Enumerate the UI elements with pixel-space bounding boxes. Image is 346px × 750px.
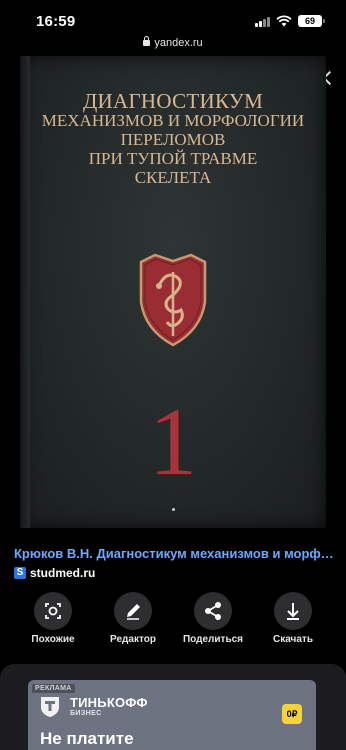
volume-number: 1 (149, 388, 197, 495)
source-link[interactable]: S studmed.ru (14, 566, 95, 580)
similar-button[interactable]: Похожие (13, 592, 93, 645)
result-info: Крюков В.Н. Диагностикум механизмов и мо… (0, 540, 346, 660)
book-title-line: МЕХАНИЗМОВ И МОРФОЛОГИИ (41, 111, 305, 130)
ad-headline: Не платите (40, 729, 134, 748)
share-icon (194, 592, 232, 630)
book-title-line: СКЕЛЕТА (134, 168, 212, 187)
url-text: yandex.ru (154, 37, 203, 49)
editor-label: Редактор (110, 634, 156, 645)
ad-badge: РЕКЛАМА (32, 684, 75, 693)
similar-label: Похожие (31, 634, 75, 645)
book-title-line: ДИАГНОСТИКУМ (82, 89, 264, 113)
download-label: Скачать (273, 634, 313, 645)
action-bar: Похожие Редактор Поделиться Скачать (0, 592, 346, 648)
ad-price-chip: 0₽ (282, 704, 302, 724)
medical-shield-emblem (139, 253, 207, 347)
address-bar[interactable]: yandex.ru (0, 36, 346, 53)
book-title-line: ПРИ ТУПОЙ ТРАВМЕ (88, 149, 258, 168)
download-icon (274, 592, 312, 630)
lens-icon (34, 592, 72, 630)
image-preview[interactable]: ДИАГНОСТИКУМ МЕХАНИЗМОВ И МОРФОЛОГИИ ПЕР… (20, 56, 326, 528)
share-label: Поделиться (182, 634, 243, 645)
tinkoff-shield-icon (41, 697, 59, 717)
ad-banner[interactable]: РЕКЛАМА ТИНЬКОФФ БИЗНЕС Не платите 0₽ (28, 680, 316, 750)
pencil-icon (114, 592, 152, 630)
share-button[interactable]: Поделиться (173, 592, 253, 645)
lock-icon (143, 36, 151, 46)
cellular-signal-icon (255, 17, 271, 27)
wifi-icon (276, 15, 292, 27)
result-title-link[interactable]: Крюков В.Н. Диагностикум механизмов и мо… (14, 546, 338, 561)
ad-brand: ТИНЬКОФФ (70, 695, 148, 710)
source-domain: studmed.ru (30, 566, 96, 580)
book-cover-title: ДИАГНОСТИКУМ МЕХАНИЗМОВ И МОРФОЛОГИИ ПЕР… (20, 89, 326, 188)
status-bar: 16:59 69 (0, 0, 346, 34)
book-title-line: ПЕРЕЛОМОВ (120, 130, 226, 149)
download-button[interactable]: Скачать (253, 592, 333, 645)
ad-brand-sub: БИЗНЕС (70, 710, 102, 717)
page-indicator-dot (172, 508, 175, 511)
battery-icon: 69 (298, 15, 325, 27)
editor-button[interactable]: Редактор (93, 592, 173, 645)
studmed-favicon-icon: S (14, 567, 26, 579)
ad-panel: РЕКЛАМА ТИНЬКОФФ БИЗНЕС Не платите 0₽ (0, 664, 346, 750)
clock: 16:59 (36, 13, 76, 30)
